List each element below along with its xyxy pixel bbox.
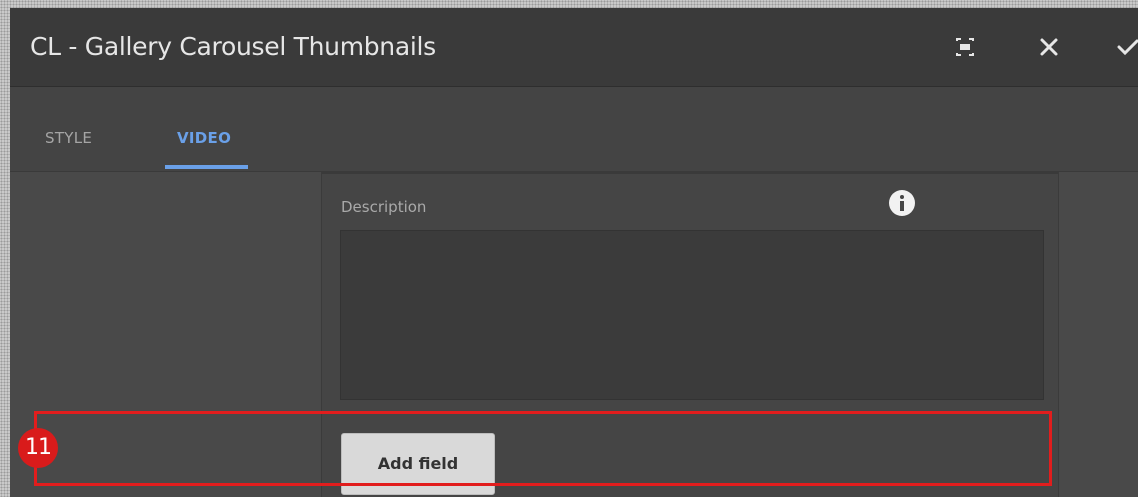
tab-video[interactable]: VIDEO (177, 129, 231, 147)
dialog-header: CL - Gallery Carousel Thumbnails (10, 8, 1138, 87)
info-icon[interactable] (889, 190, 915, 216)
annotation-highlight-box (34, 411, 1052, 486)
tab-style[interactable]: STYLE (45, 129, 92, 147)
step-number-badge: 11 (18, 428, 58, 468)
close-icon[interactable] (1032, 30, 1066, 64)
fullscreen-icon[interactable] (948, 30, 982, 64)
active-tab-indicator (165, 165, 248, 169)
dialog-title: CL - Gallery Carousel Thumbnails (30, 32, 436, 61)
tab-bar: STYLE VIDEO (10, 87, 1138, 172)
description-textarea[interactable] (340, 230, 1044, 400)
check-icon[interactable] (1111, 30, 1138, 64)
description-label: Description (341, 198, 427, 216)
divider (322, 172, 1058, 174)
